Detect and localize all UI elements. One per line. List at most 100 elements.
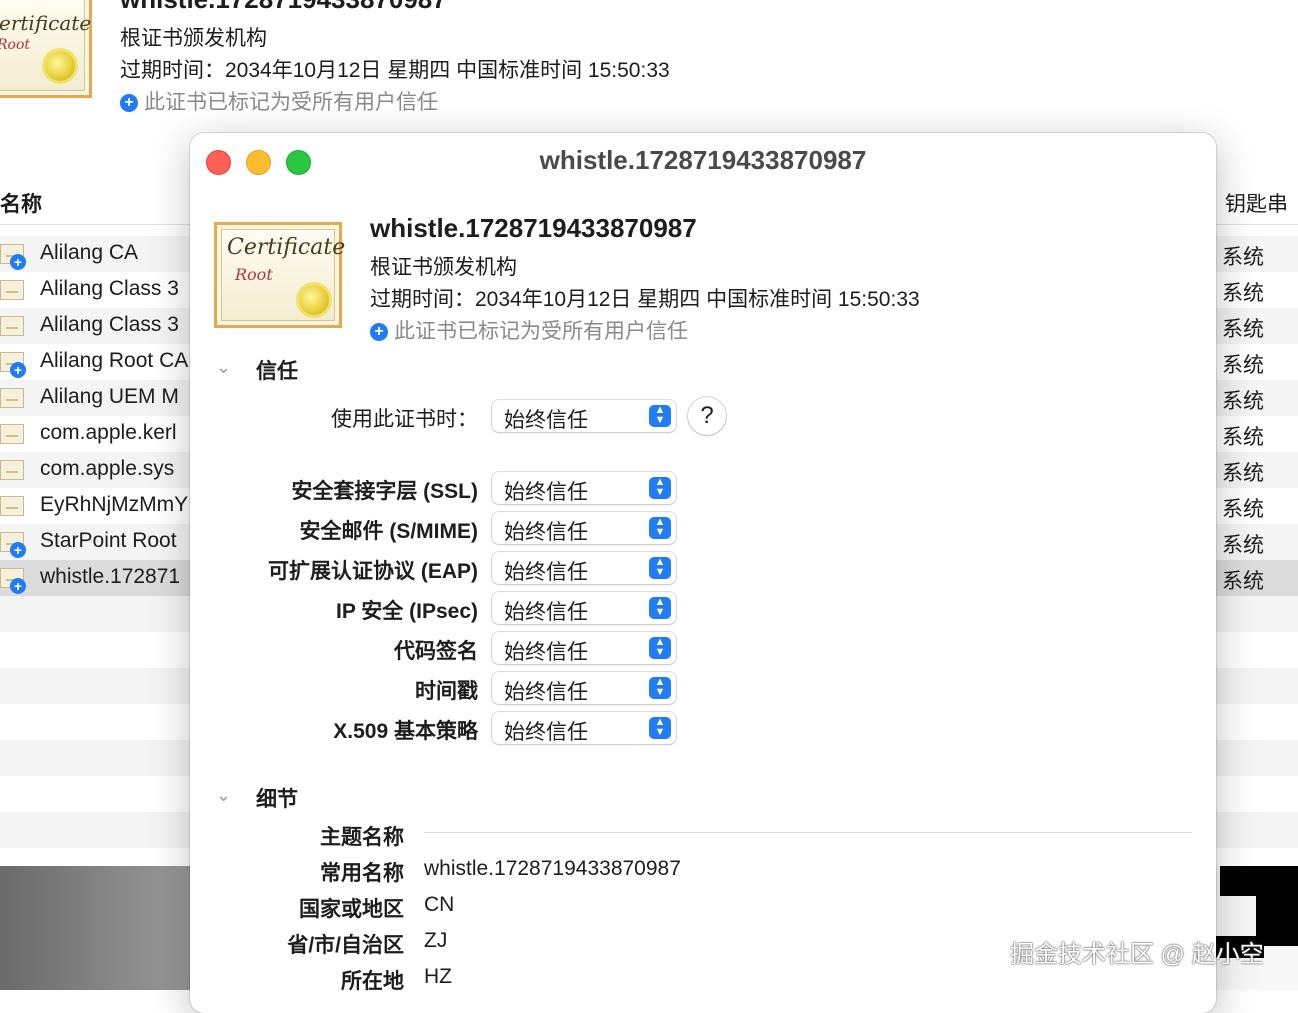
certificate-title: whistle.1728719433870987 <box>370 213 697 243</box>
trust-section-toggle[interactable]: 信任 <box>256 355 298 385</box>
watermark: 掘金技术社区 @ 赵小空 <box>1010 941 1264 968</box>
help-button[interactable]: ? <box>688 397 726 435</box>
policy-popup[interactable]: 始终信任 ▲ ▼ <box>492 552 676 584</box>
certificate-icon-root-script: Root <box>0 37 31 53</box>
column-header-keychain[interactable]: 钥匙串 <box>1225 188 1288 218</box>
row-name: com.apple.kerl <box>40 421 177 444</box>
policy-label: 时间戳 <box>415 680 478 703</box>
when-using-popup[interactable]: 始终信任 ▲ ▼ <box>492 400 676 432</box>
row-name: Alilang Class 3 <box>40 313 179 336</box>
policy-popup[interactable]: 始终信任 ▲ ▼ <box>492 472 676 504</box>
subject-name-label: 主题名称 <box>320 826 404 849</box>
policy-popup[interactable]: 始终信任 ▲ ▼ <box>492 512 676 544</box>
details-section-toggle[interactable]: 细节 <box>256 783 298 813</box>
subject-name-separator <box>424 832 1192 833</box>
policy-label: 安全套接字层 (SSL) <box>291 480 478 503</box>
popup-value: 始终信任 <box>504 721 588 744</box>
row-keychain: 系统 <box>1222 426 1264 449</box>
popup-arrows-icon: ▲ ▼ <box>649 477 671 499</box>
row-name: EyRhNjMzMmY <box>40 493 189 516</box>
plus-badge-icon: + <box>10 578 26 594</box>
popup-value: 始终信任 <box>504 561 588 584</box>
popup-value: 始终信任 <box>504 481 588 504</box>
chevron-down-icon[interactable]: ⌄ <box>216 785 231 806</box>
certificate-icon <box>0 460 24 480</box>
popup-arrows-icon: ▲ ▼ <box>649 517 671 539</box>
detail-value: CN <box>424 893 455 916</box>
popup-arrows-icon: ▲ ▼ <box>649 597 671 619</box>
policy-label: IP 安全 (IPsec) <box>336 600 478 623</box>
background-cert-title: whistle.1728719433870987 <box>120 0 447 15</box>
policy-popup[interactable]: 始终信任 ▲ ▼ <box>492 592 676 624</box>
row-name: Alilang CA <box>40 241 139 264</box>
row-name: Alilang Root CA <box>40 349 189 372</box>
detail-label: 常用名称 <box>320 862 404 885</box>
row-name: StarPoint Root <box>40 529 177 552</box>
certificate-icon-script: ertificate <box>0 11 92 35</box>
certificate-icon-root-script: Root <box>235 265 273 284</box>
certificate-icon <box>0 280 24 300</box>
background-pattern-area <box>1216 866 1298 990</box>
background-expiry: 过期时间：2034年10月12日 星期四 中国标准时间 15:50:33 <box>120 59 670 82</box>
popup-arrows-icon: ▲ ▼ <box>649 637 671 659</box>
background-trusted-note: + 此证书已标记为受所有用户信任 <box>120 86 438 116</box>
certificate-icon <box>0 496 24 516</box>
popup-value: 始终信任 <box>504 521 588 544</box>
window-title: whistle.1728719433870987 <box>539 145 867 175</box>
certificate-icon: ertificate Root <box>0 0 92 98</box>
row-keychain: 系统 <box>1222 354 1264 377</box>
row-name: Alilang UEM M <box>40 385 179 408</box>
row-keychain: 系统 <box>1222 246 1264 269</box>
row-keychain: 系统 <box>1222 282 1264 305</box>
detail-value: whistle.1728719433870987 <box>424 857 681 880</box>
detail-label: 国家或地区 <box>299 898 404 921</box>
popup-value: 始终信任 <box>504 641 588 664</box>
detail-label: 所在地 <box>341 970 404 993</box>
row-name: Alilang Class 3 <box>40 277 179 300</box>
row-keychain: 系统 <box>1222 462 1264 485</box>
popup-arrows-icon: ▲ ▼ <box>649 677 671 699</box>
row-name: com.apple.sys <box>40 457 175 480</box>
popup-arrows-icon: ▲ ▼ <box>649 717 671 739</box>
plus-badge-icon: + <box>10 254 26 270</box>
plus-badge-icon: + <box>10 362 26 378</box>
expiry-date: 过期时间：2034年10月12日 星期四 中国标准时间 15:50:33 <box>370 288 920 311</box>
certificate-icon: Certificate Root <box>214 222 346 328</box>
row-keychain: 系统 <box>1222 498 1264 521</box>
certificate-dialog: whistle.1728719433870987 Certificate Roo… <box>190 133 1216 1013</box>
policy-label: 可扩展认证协议 (EAP) <box>268 560 478 583</box>
detail-label: 省/市/自治区 <box>287 934 404 957</box>
popup-value: 始终信任 <box>504 601 588 624</box>
detail-value: ZJ <box>424 929 448 952</box>
when-using-label: 使用此证书时： <box>331 408 478 431</box>
policy-popup[interactable]: 始终信任 ▲ ▼ <box>492 632 676 664</box>
background-cert-header: ertificate Root whistle.1728719433870987… <box>0 0 1298 135</box>
plus-badge-icon: + <box>10 542 26 558</box>
plus-badge-icon: + <box>120 94 138 112</box>
popup-value: 始终信任 <box>504 409 588 432</box>
row-keychain: 系统 <box>1222 390 1264 413</box>
popup-value: 始终信任 <box>504 681 588 704</box>
policy-label: 安全邮件 (S/MIME) <box>299 520 479 543</box>
certificate-icon <box>0 316 24 336</box>
policy-label: X.509 基本策略 <box>333 720 478 743</box>
certificate-icon <box>0 424 24 444</box>
background-issuer-type: 根证书颁发机构 <box>120 27 267 50</box>
row-keychain: 系统 <box>1222 318 1264 341</box>
policy-label: 代码签名 <box>394 640 478 663</box>
policy-popup[interactable]: 始终信任 ▲ ▼ <box>492 712 676 744</box>
trusted-note: + 此证书已标记为受所有用户信任 <box>370 315 688 345</box>
certificate-icon <box>0 388 24 408</box>
detail-value: HZ <box>424 965 452 988</box>
certificate-icon-script: Certificate <box>227 235 346 260</box>
row-name: whistle.172871 <box>40 565 181 588</box>
policy-popup[interactable]: 始终信任 ▲ ▼ <box>492 672 676 704</box>
popup-arrows-icon: ▲ ▼ <box>649 557 671 579</box>
row-keychain: 系统 <box>1222 534 1264 557</box>
background-dark-area <box>0 866 190 990</box>
popup-arrows-icon: ▲ ▼ <box>649 405 671 427</box>
column-header-name[interactable]: 名称 <box>0 188 42 218</box>
issuer-type: 根证书颁发机构 <box>370 256 517 279</box>
plus-badge-icon: + <box>370 323 388 341</box>
chevron-down-icon[interactable]: ⌄ <box>216 357 231 378</box>
